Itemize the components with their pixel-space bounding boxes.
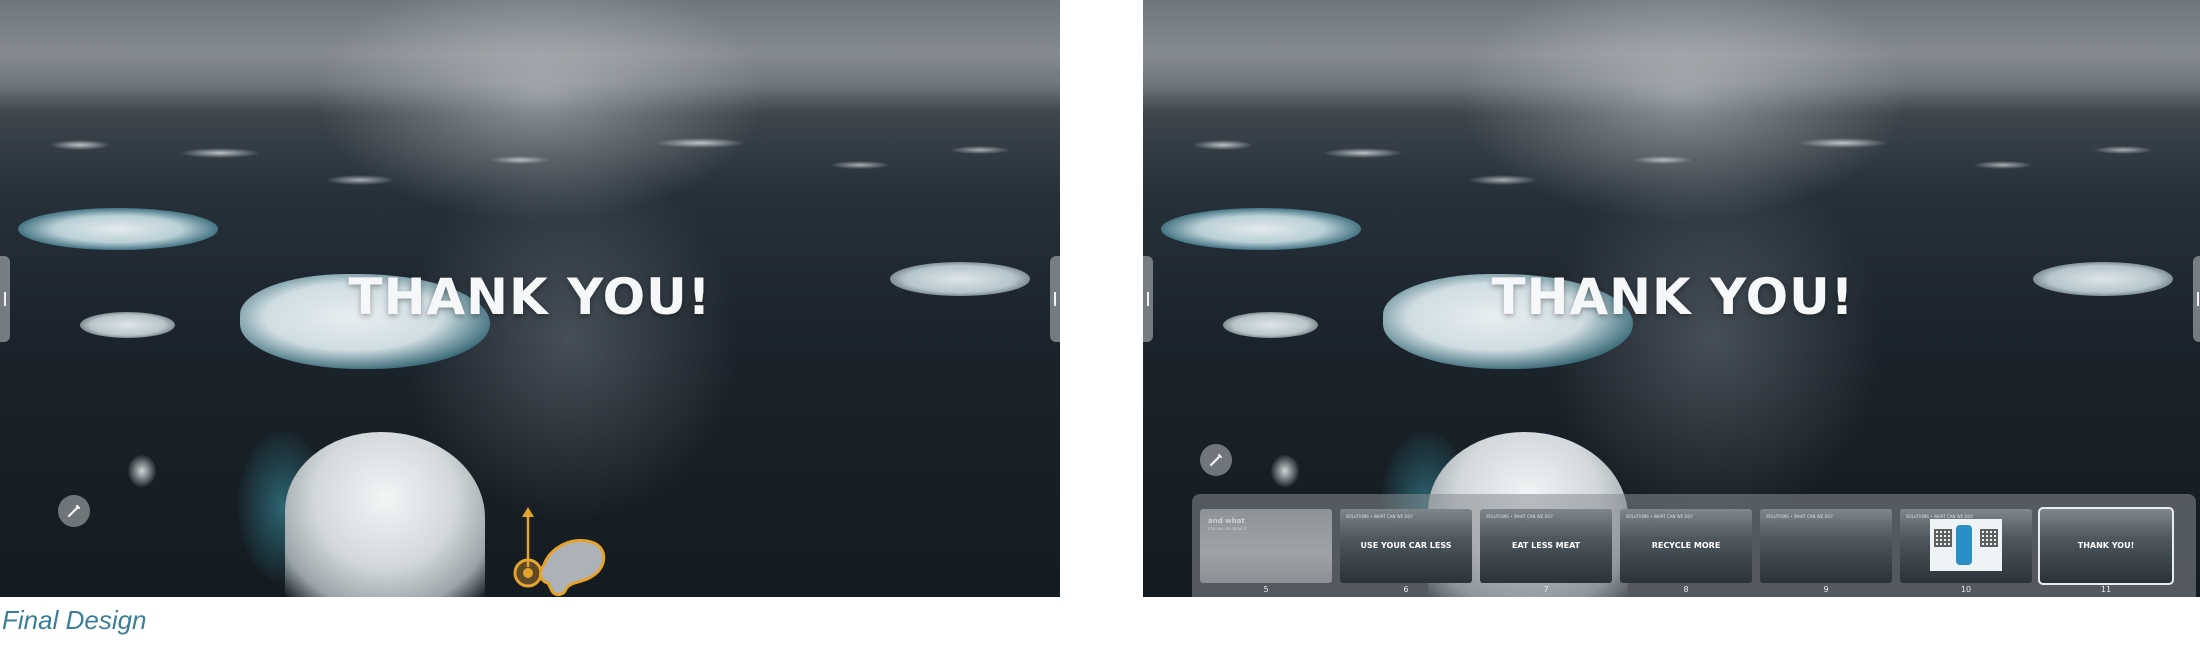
slide-number: 6 [1403,585,1409,594]
presentation-screen-left[interactable]: THANK YOU! [0,0,1060,597]
ice-floe [1161,208,1361,250]
slide-number: 7 [1543,585,1549,594]
thumbnail-subtitle: can you do about it [1208,526,1247,531]
slide-title: THANK YOU! [348,268,712,326]
thumbnail-header: SOLUTIONS • WHAT CAN WE DO? [1766,514,1833,519]
slide-number: 11 [2100,585,2112,594]
thumbnail-title: RECYCLE MORE [1651,541,1721,550]
ice-floe [128,455,156,487]
slide-thumbnail-6[interactable]: SOLUTIONS • WHAT CAN WE DO? USE YOUR CAR… [1340,509,1472,583]
thumbnail-header: SOLUTIONS • WHAT CAN WE DO? [1626,514,1693,519]
slide-thumbnail-11[interactable]: THANK YOU! [2038,507,2174,585]
slide-number: 9 [1823,585,1829,594]
ice-floes-background [0,125,1060,215]
thumbnail-title: EAT LESS MEAT [1511,541,1581,550]
ice-floe [18,208,218,250]
thumbnail-header: SOLUTIONS • WHAT CAN WE DO? [1346,514,1413,519]
tap-swipe-up-gesture-icon [513,507,606,597]
slide-number: 10 [1960,585,1972,594]
slide-number: 8 [1683,585,1689,594]
qr-code-icon [1934,529,1952,547]
slide-thumbnail-9[interactable]: SOLUTIONS • WHAT CAN WE DO? [1760,509,1892,583]
qr-code-icon [1980,529,1998,547]
slide-title: THANK YOU! [1491,268,1855,326]
presentation-screen-right[interactable]: THANK YOU! and what can you do about it … [1143,0,2200,597]
bottle-icon [1956,525,1972,565]
pen-tool-button[interactable] [1200,444,1232,476]
thumbnail-poster-image [1930,519,2002,571]
thumbnail-title: THANK YOU! [2077,541,2135,550]
pen-icon [1209,453,1223,467]
slide-thumbnail-10[interactable]: SOLUTIONS • WHAT CAN WE DO? [1900,509,2032,583]
ice-floe [1271,455,1299,487]
ice-floes-background [1143,125,2200,215]
pen-tool-button[interactable] [58,495,90,527]
thumbnail-header: SOLUTIONS • WHAT CAN WE DO? [1486,514,1553,519]
slide-filmstrip[interactable]: and what can you do about it 5 SOLUTIONS… [1192,494,2196,597]
iceberg [285,432,485,597]
thumbnail-title: USE YOUR CAR LESS [1360,541,1452,550]
slide-thumbnail-7[interactable]: SOLUTIONS • WHAT CAN WE DO? EAT LESS MEA… [1480,509,1612,583]
thumbnail-title: and what [1208,517,1245,525]
figure-caption: Final Design [2,605,147,635]
pen-icon [67,504,81,518]
slide-thumbnail-8[interactable]: SOLUTIONS • WHAT CAN WE DO? RECYCLE MORE [1620,509,1752,583]
slide-number: 5 [1263,585,1269,594]
slide-thumbnail-5[interactable]: and what can you do about it [1200,509,1332,583]
